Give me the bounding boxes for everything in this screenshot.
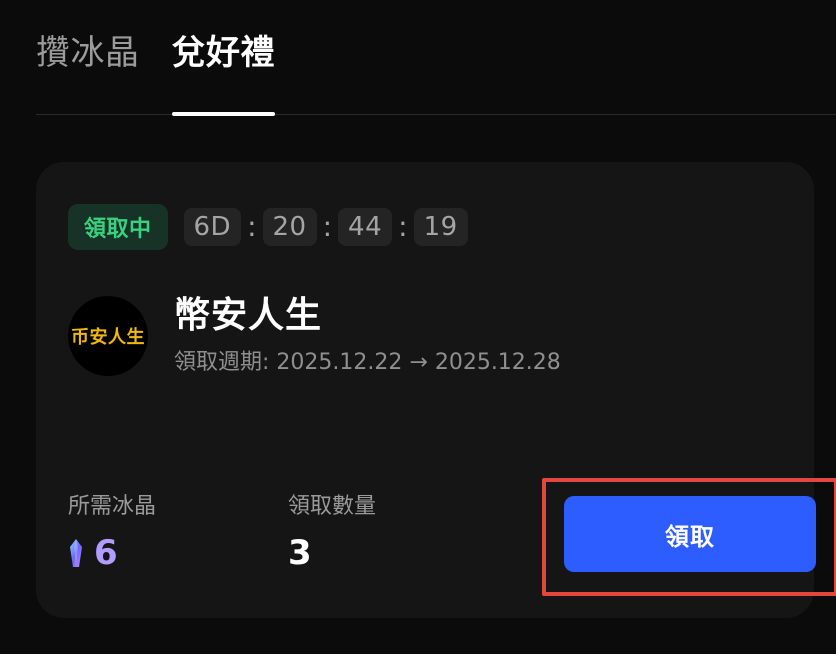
claim-quantity-label: 領取數量	[288, 494, 377, 519]
required-crystals-label: 所需冰晶	[68, 494, 157, 519]
countdown-days: 6D	[183, 208, 242, 246]
status-badge: 領取中	[68, 204, 168, 250]
card-bottom: 所需冰晶 6 領取數量 3 領取	[68, 478, 836, 612]
countdown-separator: :	[247, 210, 257, 243]
tab-earn-crystals[interactable]: 攢冰晶	[36, 26, 140, 114]
claim-button[interactable]: 領取	[564, 496, 816, 572]
claim-period-end: 2025.12.28	[434, 349, 561, 375]
countdown-seconds: 19	[413, 208, 468, 246]
countdown-separator: :	[322, 210, 333, 243]
project-info: 币安人生 幣安人生 領取週期: 2025.12.22 → 2025.12.28	[68, 296, 561, 376]
claim-period-label: 領取週期:	[174, 349, 270, 375]
reward-card: 領取中 6D : 20 : 44 : 19 币安人生 幣安人生 領取週期: 20…	[36, 162, 836, 618]
status-row: 領取中 6D : 20 : 44 : 19	[68, 204, 468, 250]
project-avatar: 币安人生	[68, 296, 148, 376]
required-crystals-number: 6	[94, 533, 118, 573]
claim-period-arrow: →	[409, 349, 428, 375]
project-title: 幣安人生	[174, 295, 323, 336]
project-avatar-text: 币安人生	[71, 327, 145, 348]
claim-period-start: 2025.12.22	[276, 349, 403, 375]
claim-quantity-value: 3	[288, 533, 312, 573]
claim-quantity: 領取數量 3	[288, 494, 377, 573]
countdown-hours: 20	[262, 208, 317, 246]
countdown-minutes: 44	[338, 208, 393, 246]
countdown-timer: 6D : 20 : 44 : 19	[183, 208, 468, 246]
tabs: 攢冰晶 兌好禮	[36, 26, 836, 116]
countdown-separator: :	[398, 210, 408, 243]
project-meta: 幣安人生 領取週期: 2025.12.22 → 2025.12.28	[174, 297, 561, 375]
required-crystals-value: 6	[68, 536, 156, 570]
claim-button-highlight: 領取	[542, 478, 836, 596]
tab-redeem-gifts[interactable]: 兌好禮	[171, 26, 276, 116]
claim-period: 領取週期: 2025.12.22 → 2025.12.28	[174, 349, 561, 375]
exchange-gifts-screen: 攢冰晶 兌好禮 領取中 6D : 20 : 44 : 19 币安人生 幣安人生	[0, 0, 836, 654]
crystal-icon	[68, 538, 84, 568]
required-crystals: 所需冰晶 6	[68, 494, 157, 571]
